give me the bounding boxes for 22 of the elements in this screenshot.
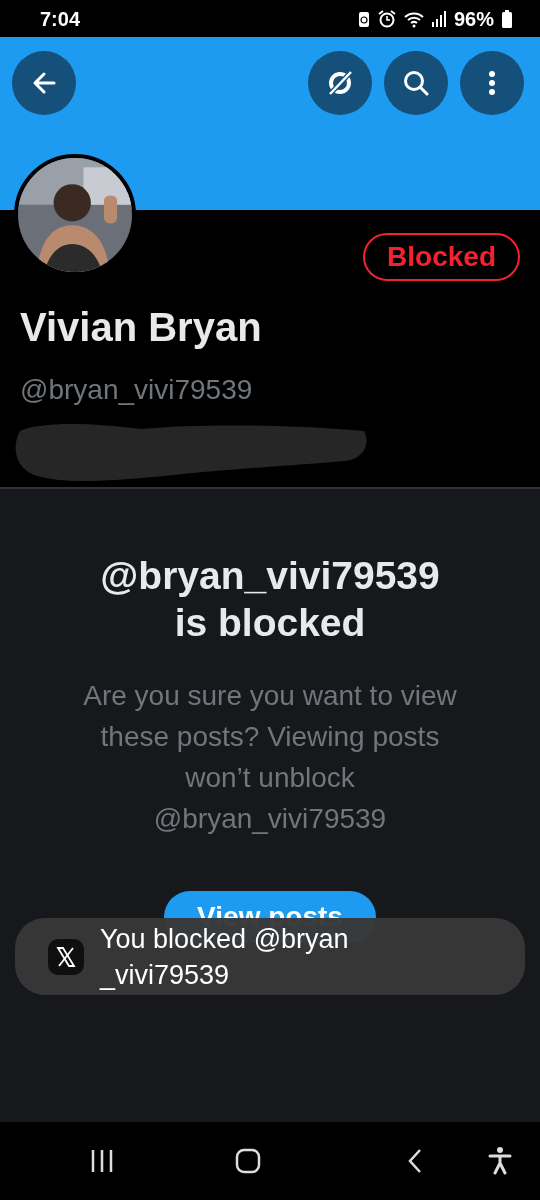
signal-icon (431, 10, 446, 27)
notice-message: Are you sure you want to view these posts? Viewing posts won’t unblock @bryan_vivi79539 (82, 678, 458, 836)
search-icon (402, 69, 430, 97)
wifi-icon (403, 9, 424, 28)
battery-saver-icon (357, 9, 370, 28)
profile-handle: @bryan_vivi79539 (20, 373, 254, 408)
accessibility-icon (488, 1146, 512, 1176)
home-icon (234, 1146, 262, 1176)
battery-icon (502, 9, 512, 28)
alarm-icon (377, 9, 396, 28)
battery-percent: 96% (453, 6, 494, 32)
blocked-button[interactable]: Blocked (363, 233, 520, 282)
slash-circle-icon (326, 69, 354, 97)
home-button[interactable] (234, 1146, 262, 1176)
accessibility-button[interactable] (488, 1146, 512, 1176)
more-icon (489, 71, 495, 95)
profile-name: Vivian Bryan (20, 307, 263, 348)
notice-title: is blocked (173, 599, 367, 646)
notice-title: @bryan_vivi79539 (99, 553, 441, 599)
x-logo-icon (48, 938, 84, 975)
status-time: 7:04 (40, 6, 81, 32)
toast-message: _vivi79539 (100, 958, 231, 992)
